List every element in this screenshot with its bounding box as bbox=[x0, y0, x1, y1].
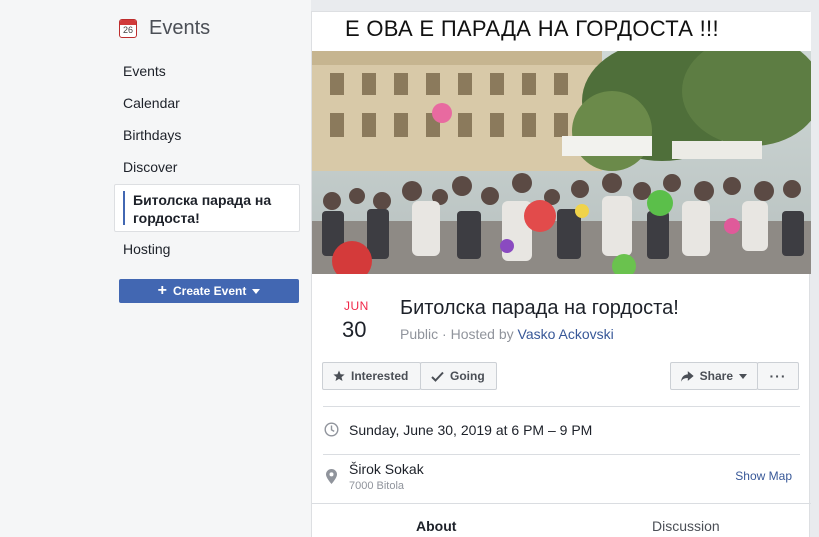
interested-button[interactable]: Interested bbox=[322, 362, 421, 390]
event-visibility: Public bbox=[400, 326, 439, 342]
clock-icon bbox=[324, 422, 339, 437]
nav-item-discover[interactable]: Discover bbox=[123, 159, 177, 175]
share-arrow-icon bbox=[681, 370, 694, 382]
plus-icon: + bbox=[157, 282, 167, 299]
calendar-day: 26 bbox=[122, 25, 133, 35]
nav-item-selected-event[interactable]: Битолска парада на гордоста! bbox=[114, 184, 300, 232]
event-title: Битолска парада на гордоста! bbox=[400, 297, 679, 319]
nav-item-calendar[interactable]: Calendar bbox=[123, 95, 180, 111]
create-event-button[interactable]: + Create Event bbox=[119, 279, 299, 303]
host-link[interactable]: Vasko Ackovski bbox=[518, 326, 614, 342]
event-card: Е ОВА Е ПАРАДА НА ГОРДОСТА !!! JUN 30 Би… bbox=[311, 11, 811, 537]
checkmark-icon bbox=[431, 371, 444, 382]
going-label: Going bbox=[450, 369, 485, 383]
location-address: 7000 Bitola bbox=[349, 480, 405, 492]
event-month: JUN bbox=[344, 299, 369, 313]
divider bbox=[312, 503, 811, 504]
event-datetime[interactable]: Sunday, June 30, 2019 at 6 PM – 9 PM bbox=[349, 422, 592, 438]
location-pin-icon bbox=[326, 469, 337, 484]
cover-photo[interactable] bbox=[312, 51, 811, 274]
event-day: 30 bbox=[342, 317, 367, 342]
location-name[interactable]: Širok Sokak bbox=[349, 461, 424, 477]
nav-item-birthdays[interactable]: Birthdays bbox=[123, 127, 181, 143]
hosted-by-label: · Hosted by bbox=[442, 326, 514, 342]
events-header[interactable]: 26 Events bbox=[119, 17, 210, 40]
tab-about[interactable]: About bbox=[416, 518, 456, 534]
star-icon bbox=[333, 370, 345, 381]
tab-discussion[interactable]: Discussion bbox=[652, 518, 720, 534]
more-icon: ··· bbox=[769, 368, 787, 384]
create-event-label: Create Event bbox=[172, 284, 247, 298]
nav-item-events[interactable]: Events bbox=[123, 63, 166, 79]
left-navigation: 26 Events Events Calendar Birthdays Disc… bbox=[0, 0, 311, 537]
more-options-button[interactable]: ··· bbox=[757, 362, 799, 390]
events-title: Events bbox=[149, 17, 211, 39]
chevron-down-icon bbox=[739, 373, 747, 379]
interested-label: Interested bbox=[351, 369, 409, 383]
divider bbox=[323, 406, 800, 407]
share-label: Share bbox=[699, 369, 733, 383]
event-meta: Public · Hosted by Vasko Ackovski bbox=[400, 326, 614, 342]
chevron-down-icon bbox=[252, 288, 261, 294]
selected-event-label: Битолска парада на гордоста! bbox=[133, 192, 272, 226]
cover-banner-text: Е ОВА Е ПАРАДА НА ГОРДОСТА !!! bbox=[345, 16, 719, 41]
going-button[interactable]: Going bbox=[420, 362, 497, 390]
share-button[interactable]: Share bbox=[670, 362, 758, 390]
show-map-link[interactable]: Show Map bbox=[735, 469, 792, 483]
cover-banner: Е ОВА Е ПАРАДА НА ГОРДОСТА !!! bbox=[312, 12, 811, 51]
cover-photo-image bbox=[312, 51, 811, 274]
nav-item-hosting[interactable]: Hosting bbox=[123, 241, 170, 257]
calendar-icon: 26 bbox=[119, 19, 137, 38]
divider bbox=[323, 454, 800, 455]
